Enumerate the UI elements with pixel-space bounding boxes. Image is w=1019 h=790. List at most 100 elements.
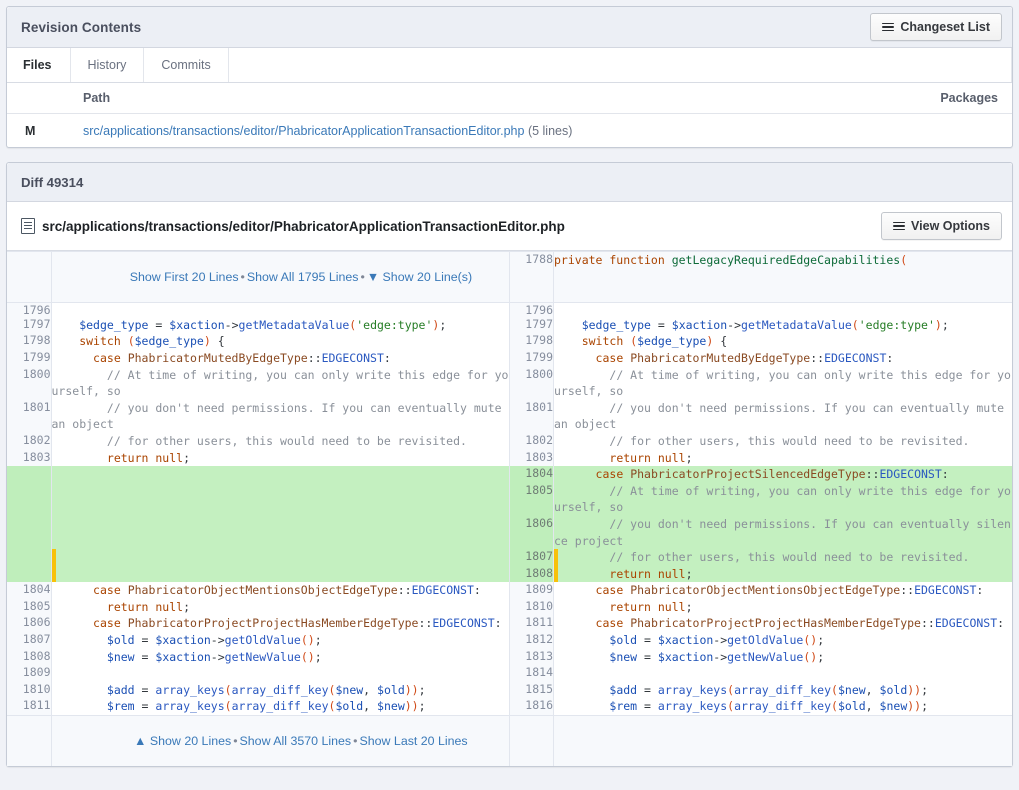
right-line-number: 1800 (509, 366, 554, 400)
col-path-header: Path (83, 91, 111, 105)
right-code: return null; (553, 565, 1012, 583)
tab-commits-label: Commits (161, 58, 211, 72)
right-line-number: 1815 (509, 681, 554, 699)
diff-row: 1796 1796 (7, 302, 1012, 317)
view-options-button-label: View Options (911, 219, 990, 233)
changeset-file-path: src/applications/transactions/editor/Pha… (42, 218, 565, 234)
right-code: case PhabricatorObjectMentionsObjectEdge… (595, 583, 984, 598)
right-line-number: 1798 (509, 333, 554, 350)
tab-files-label: Files (23, 58, 52, 72)
view-options-button[interactable]: View Options (881, 212, 1002, 240)
tab-files[interactable]: Files (7, 48, 71, 82)
file-icon (21, 218, 35, 234)
diff-row: 1798 switch ($edge_type) { 1798 switch (… (7, 333, 1012, 350)
diff-panel: Diff 49314 src/applications/transactions… (6, 162, 1013, 767)
changeset-list-button-label: Changeset List (900, 20, 990, 34)
left-line-number (7, 715, 52, 766)
diff-row: 1808 $new = $xaction->getNewValue(); 181… (7, 648, 1012, 666)
right-code: // for other users, this would need to b… (553, 549, 1012, 566)
left-line-number: 1809 (7, 665, 52, 682)
diff-row-added: 1804 case PhabricatorProjectSilencedEdge… (7, 466, 1012, 483)
show-first-20-lines-link[interactable]: Show First 20 Lines (130, 270, 239, 284)
page-title: Revision Contents (21, 19, 142, 35)
right-code: return null; (609, 599, 693, 614)
right-code (554, 302, 1013, 317)
diff-header: Diff 49314 (7, 163, 1012, 202)
right-line-number: 1796 (509, 302, 554, 317)
right-line-number: 1808 (509, 565, 554, 583)
revision-contents-panel: Revision Contents Changeset List Files H… (6, 6, 1013, 148)
diff-row: 1797 $edge_type = $xaction->getMetadataV… (7, 316, 1012, 334)
right-code: case PhabricatorProjectSilencedEdgeType:… (553, 466, 1012, 483)
right-line-number: 1803 (509, 449, 554, 467)
right-code: case PhabricatorMutedByEdgeType::EDGECON… (595, 350, 894, 365)
right-code: $edge_type = $xaction->getMetadataValue(… (581, 317, 949, 332)
diff-row: 1802 // for other users, this would need… (7, 432, 1012, 450)
right-line-number: 1813 (509, 648, 554, 666)
left-code: $add = array_keys(array_diff_key($new, $… (51, 681, 510, 699)
left-code: return null; (51, 449, 510, 467)
diff-row: 1805 return null; 1810 return null; (7, 598, 1012, 616)
right-code: $new = $xaction->getNewValue(); (609, 649, 825, 664)
show-all-3570-lines-link[interactable]: Show All 3570 Lines (240, 734, 352, 748)
show-20-lines-up-link[interactable]: ▲ Show 20 Lines (134, 734, 231, 748)
right-code: $old = $xaction->getOldValue(); (609, 633, 825, 648)
context-right-line-number: 1788 (509, 251, 554, 303)
left-line-number: 1797 (7, 316, 52, 334)
show-last-20-lines-link[interactable]: Show Last 20 Lines (359, 734, 467, 748)
right-line-number: 1805 (509, 482, 554, 516)
diff-row: 1803 return null; 1803 return null; (7, 449, 1012, 467)
diff-row-added: 1806 // you don't need permissions. If y… (7, 515, 1012, 550)
left-line-number: 1796 (7, 302, 52, 317)
right-code: $rem = array_keys(array_diff_key($old, $… (609, 699, 929, 714)
revision-contents-header: Revision Contents Changeset List (7, 7, 1012, 48)
right-code: // you don't need permissions. If you ca… (553, 515, 1012, 550)
right-line-number: 1804 (509, 466, 554, 483)
left-code: // you don't need permissions. If you ca… (51, 399, 510, 433)
right-code: case PhabricatorProjectProjectHasMemberE… (595, 616, 1005, 631)
right-line-number: 1806 (509, 515, 554, 550)
right-line-number: 1816 (509, 698, 554, 716)
right-line-number: 1802 (509, 432, 554, 450)
show-more-top: Show First 20 Lines • Show All 1795 Lines •… (51, 251, 510, 303)
diff-body: Show First 20 Lines • Show All 1795 Lines •… (7, 251, 1012, 766)
left-code: case PhabricatorProjectProjectHasMemberE… (51, 615, 510, 633)
right-line-number: 1812 (509, 632, 554, 649)
right-code: switch ($edge_type) { (581, 334, 728, 349)
show-20-lines-down-link[interactable]: ▼ Show 20 Line(s) (367, 270, 472, 284)
right-line-number (509, 715, 554, 766)
right-line-number: 1814 (509, 665, 554, 682)
show-all-lines-link[interactable]: Show All 1795 Lines (247, 270, 359, 284)
context-separator: • (240, 269, 245, 284)
left-code: // for other users, this would need to b… (51, 432, 510, 450)
right-line-number: 1799 (509, 349, 554, 367)
diff-row: 1799 case PhabricatorMutedByEdgeType::ED… (7, 349, 1012, 367)
list-icon (882, 21, 895, 34)
left-line-number: 1806 (7, 615, 52, 633)
left-line-number: 1810 (7, 681, 52, 699)
left-line-number (7, 251, 52, 303)
diff-row: 1807 $old = $xaction->getOldValue(); 181… (7, 632, 1012, 649)
tab-commits[interactable]: Commits (144, 48, 229, 82)
changeset-list-button[interactable]: Changeset List (870, 13, 1002, 41)
left-code (51, 482, 510, 516)
diff-context-row-bottom: ▲ Show 20 Lines • Show All 3570 Lines • Show… (7, 715, 1012, 766)
file-path-link[interactable]: src/applications/transactions/editor/Pha… (83, 124, 524, 138)
show-20-lines-up-label: Show 20 Lines (149, 733, 232, 748)
col-packages-header: Packages (940, 91, 998, 105)
context-separator-3: • (233, 733, 238, 748)
right-line-number: 1809 (509, 582, 554, 599)
left-line-number: 1801 (7, 399, 52, 433)
left-code: $rem = array_keys(array_diff_key($old, $… (51, 698, 510, 716)
left-code: case PhabricatorObjectMentionsObjectEdge… (51, 582, 510, 599)
left-line-number: 1803 (7, 449, 52, 467)
tab-history[interactable]: History (71, 48, 145, 82)
tab-history-label: History (87, 58, 127, 72)
show-more-bottom: ▲ Show 20 Lines • Show All 3570 Lines • Show… (51, 715, 510, 766)
left-line-number: 1802 (7, 432, 52, 450)
left-code (51, 515, 510, 550)
diff-row-added: 1808 return null; (7, 565, 1012, 583)
left-code (51, 549, 510, 566)
right-code: return null; (609, 450, 693, 465)
left-code (51, 466, 510, 483)
